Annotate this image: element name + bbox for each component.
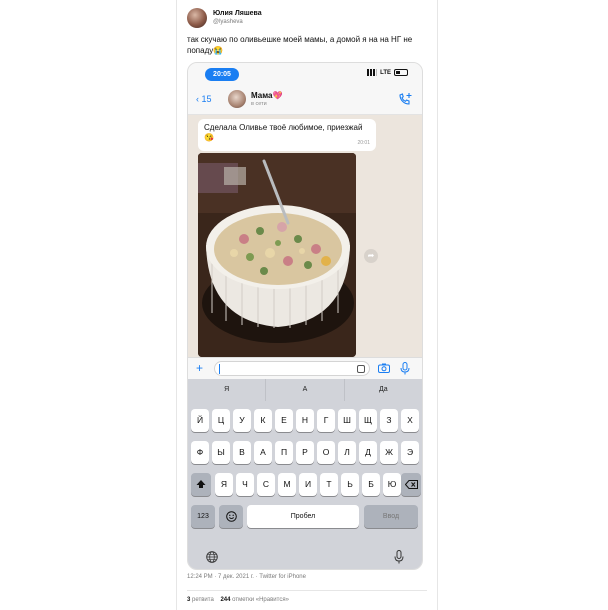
globe-icon[interactable] bbox=[206, 551, 218, 563]
author-names: Юлия Ляшева @lyasheva bbox=[213, 9, 262, 27]
salad-photo[interactable] bbox=[198, 153, 356, 357]
plus-icon[interactable]: + bbox=[196, 361, 203, 375]
key[interactable]: Ы bbox=[212, 441, 230, 464]
numbers-key[interactable]: 123 bbox=[191, 505, 215, 528]
retweets-label[interactable]: ретвита bbox=[192, 597, 214, 603]
share-icon[interactable]: ➦ bbox=[364, 249, 378, 263]
key[interactable]: Ж bbox=[380, 441, 398, 464]
key-row-4: 123 Пробел Ввод bbox=[188, 505, 422, 529]
key[interactable]: М bbox=[278, 473, 296, 496]
status-time: 20:05 bbox=[205, 68, 239, 81]
author-avatar[interactable] bbox=[187, 8, 207, 28]
key[interactable]: В bbox=[233, 441, 251, 464]
key[interactable]: А bbox=[254, 441, 272, 464]
key[interactable]: К bbox=[254, 409, 272, 432]
back-chevron-icon: ‹ bbox=[196, 94, 199, 104]
backspace-icon bbox=[404, 480, 418, 489]
divider bbox=[187, 590, 427, 591]
battery-icon bbox=[394, 69, 408, 76]
network-label: LTE bbox=[380, 69, 391, 76]
tweet-stats: 3 ретвита 244 отметки «Нравится» bbox=[187, 597, 289, 603]
key[interactable]: Т bbox=[320, 473, 338, 496]
emoji-icon bbox=[225, 511, 237, 522]
key[interactable]: Ь bbox=[341, 473, 359, 496]
keyboard: Я А Да Й Ц У К Е Н Г Ш Щ З Х Ф Ы В А П Р… bbox=[188, 379, 422, 569]
chat-header: ‹ 15 Мама💖 в сети bbox=[188, 85, 422, 115]
retweets-count[interactable]: 3 bbox=[187, 597, 190, 603]
key[interactable]: Ю bbox=[383, 473, 401, 496]
signal-icon bbox=[367, 69, 378, 76]
tweet-timestamp[interactable]: 12:24 PM · 7 дек. 2021 г. · Twitter for … bbox=[187, 574, 306, 580]
suggestion-1[interactable]: Я bbox=[188, 379, 267, 401]
key[interactable]: О bbox=[317, 441, 335, 464]
key[interactable]: Ч bbox=[236, 473, 254, 496]
camera-icon[interactable] bbox=[378, 363, 390, 373]
back-count: 15 bbox=[201, 94, 212, 104]
key[interactable]: Е bbox=[275, 409, 293, 432]
status-icons: LTE bbox=[367, 69, 408, 76]
key[interactable]: Й bbox=[191, 409, 209, 432]
key[interactable]: З bbox=[380, 409, 398, 432]
likes-count[interactable]: 244 bbox=[220, 597, 230, 603]
text-cursor bbox=[219, 364, 220, 374]
key[interactable]: Ш bbox=[338, 409, 356, 432]
key[interactable]: Л bbox=[338, 441, 356, 464]
shift-icon bbox=[196, 480, 206, 488]
key[interactable]: Ц bbox=[212, 409, 230, 432]
key[interactable]: Х bbox=[401, 409, 419, 432]
suggestion-2[interactable]: А bbox=[266, 379, 345, 401]
key-row-3: Я Ч С М И Т Ь Б Ю bbox=[188, 473, 422, 497]
emoji-key[interactable] bbox=[219, 505, 243, 528]
tweet-header: Юлия Ляшева @lyasheva bbox=[187, 8, 262, 28]
key[interactable]: У bbox=[233, 409, 251, 432]
backspace-key[interactable] bbox=[401, 473, 421, 496]
sticker-icon[interactable] bbox=[357, 365, 365, 373]
shift-key[interactable] bbox=[191, 473, 211, 496]
call-add-icon[interactable] bbox=[398, 92, 412, 106]
key-row-2: Ф Ы В А П Р О Л Д Ж Э bbox=[188, 441, 422, 465]
mic-icon[interactable] bbox=[400, 362, 410, 375]
key[interactable]: Д bbox=[359, 441, 377, 464]
message-bubble[interactable]: Сделала Оливье твоё любимое, приезжай😘 2… bbox=[198, 119, 376, 151]
key[interactable]: Н bbox=[296, 409, 314, 432]
author-handle[interactable]: @lyasheva bbox=[213, 18, 262, 27]
key[interactable]: Я bbox=[215, 473, 233, 496]
key[interactable]: Б bbox=[362, 473, 380, 496]
key[interactable]: Г bbox=[317, 409, 335, 432]
keyboard-bottom bbox=[188, 545, 422, 569]
key-row-1: Й Ц У К Е Н Г Ш Щ З Х bbox=[188, 409, 422, 433]
key[interactable]: И bbox=[299, 473, 317, 496]
message-text: Сделала Оливье твоё любимое, приезжай😘 bbox=[204, 123, 363, 142]
status-bar: 20:05 LTE bbox=[188, 63, 422, 85]
suggestion-bar: Я А Да bbox=[188, 379, 422, 401]
message-time: 20:01 bbox=[357, 140, 370, 146]
author-name[interactable]: Юлия Ляшева bbox=[213, 9, 262, 18]
space-key[interactable]: Пробел bbox=[247, 505, 359, 528]
salad-image bbox=[198, 153, 356, 357]
contact-status: в сети bbox=[251, 101, 267, 107]
suggestion-3[interactable]: Да bbox=[345, 379, 422, 401]
message-input[interactable] bbox=[214, 361, 370, 376]
chat-screenshot: 20:05 LTE ‹ 15 Мама💖 в сети Сделала Олив… bbox=[187, 62, 423, 570]
contact-name[interactable]: Мама💖 bbox=[251, 91, 282, 100]
key[interactable]: Щ bbox=[359, 409, 377, 432]
tweet-card: Юлия Ляшева @lyasheva так скучаю по олив… bbox=[176, 0, 438, 610]
message-input-bar: + bbox=[188, 357, 422, 379]
dictation-mic-icon[interactable] bbox=[394, 550, 404, 564]
key[interactable]: Ф bbox=[191, 441, 209, 464]
likes-label[interactable]: отметки «Нравится» bbox=[232, 597, 289, 603]
key[interactable]: С bbox=[257, 473, 275, 496]
key[interactable]: П bbox=[275, 441, 293, 464]
key[interactable]: Э bbox=[401, 441, 419, 464]
key[interactable]: Р bbox=[296, 441, 314, 464]
enter-key[interactable]: Ввод bbox=[364, 505, 418, 528]
contact-avatar[interactable] bbox=[228, 90, 246, 108]
back-button[interactable]: ‹ 15 bbox=[196, 94, 212, 104]
tweet-text: так скучаю по оливьешке моей мамы, а дом… bbox=[187, 35, 413, 55]
